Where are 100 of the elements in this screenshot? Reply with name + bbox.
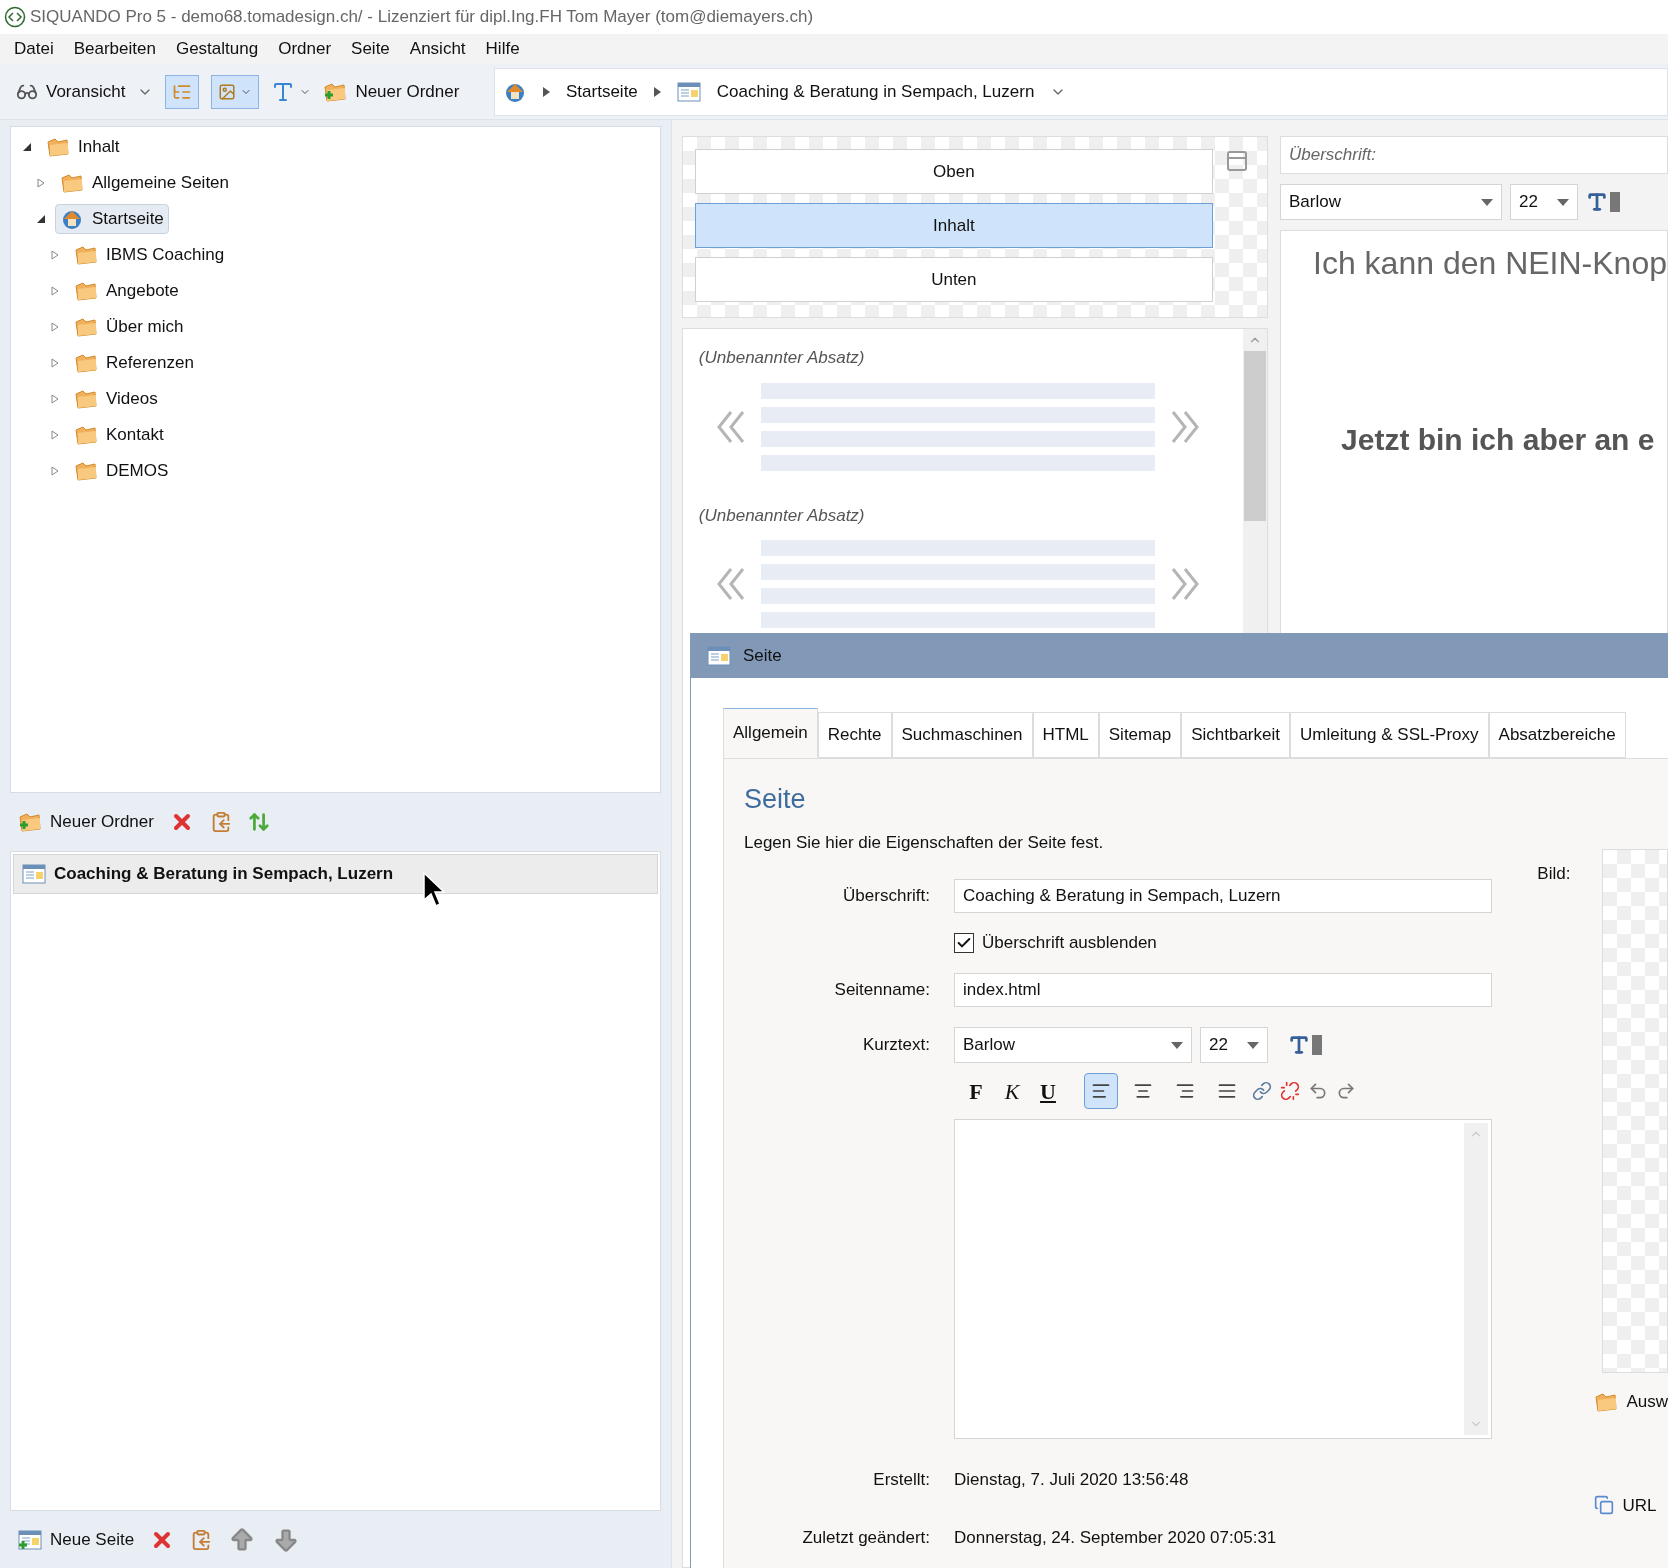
- collapsed-caret-icon[interactable]: [51, 358, 59, 368]
- dialog-title: Seite: [743, 644, 782, 667]
- tab[interactable]: Suchmaschinen: [891, 712, 1033, 758]
- tree-item[interactable]: IBMS Coaching: [69, 240, 230, 270]
- layout-icon[interactable]: [1224, 149, 1249, 173]
- field-label: Kurztext:: [861, 1034, 930, 1057]
- page-icon: [22, 864, 46, 884]
- page-icon: [676, 81, 701, 102]
- menu-item[interactable]: Gestaltung: [165, 36, 269, 62]
- tree-view-button[interactable]: [165, 74, 200, 109]
- collapsed-caret-icon[interactable]: [51, 430, 59, 440]
- menu-item[interactable]: Datei: [4, 36, 64, 62]
- double-chevron-right-icon[interactable]: [1170, 567, 1201, 601]
- align-justify-icon: [1217, 1081, 1237, 1101]
- new-folder-button[interactable]: Neuer Ordner: [323, 78, 460, 105]
- format-button[interactable]: F: [962, 1074, 990, 1108]
- menu-item[interactable]: Seite: [341, 36, 400, 62]
- window-title: SIQUANDO Pro 5 - demo68.tomadesign.ch/ - Lizenziert für dipl.Ing.FH Tom Mayer (tom@diemayers.ch): [30, 6, 814, 29]
- collapsed-caret-icon[interactable]: [51, 394, 59, 404]
- preview-button[interactable]: Voransicht: [16, 78, 126, 105]
- expanded-caret-icon[interactable]: [22, 142, 32, 152]
- paragraph-title: (Unbenannter Absatz): [697, 347, 866, 369]
- link-icon[interactable]: [1252, 1081, 1272, 1101]
- font-dropdown[interactable]: Barlow: [954, 1027, 1192, 1063]
- collapsed-caret-icon[interactable]: [51, 466, 59, 476]
- new-page-icon: [18, 1529, 42, 1550]
- mouse-cursor-icon: [423, 872, 447, 908]
- format-button[interactable]: U: [1034, 1074, 1062, 1108]
- tree-item[interactable]: Videos: [69, 384, 163, 414]
- heading-field[interactable]: Überschrift:: [1280, 136, 1668, 174]
- font-dropdown[interactable]: Barlow: [1280, 184, 1502, 220]
- area-button[interactable]: Inhalt: [694, 203, 1213, 248]
- copy-icon[interactable]: [190, 1528, 213, 1551]
- undo-icon[interactable]: [1308, 1081, 1328, 1101]
- checkbox[interactable]: [954, 933, 974, 953]
- dropdown-arrow-icon: [1247, 1041, 1259, 1049]
- new-folder-button[interactable]: Neuer Ordner: [18, 809, 154, 835]
- new-folder-icon: [18, 811, 42, 833]
- page-name-input[interactable]: index.html: [954, 973, 1492, 1007]
- sort-arrows-icon[interactable]: [247, 811, 270, 833]
- description-text: Legen Sie hier die Eigenschaften der Seite fest.: [744, 831, 1105, 854]
- preview-text-line: Ich kann den NEIN-Knop: [1313, 244, 1667, 283]
- redo-icon[interactable]: [1336, 1081, 1356, 1101]
- area-button[interactable]: Oben: [694, 149, 1213, 194]
- new-page-button[interactable]: Neue Seite: [18, 1526, 135, 1553]
- menu-item[interactable]: Ordner: [268, 36, 342, 62]
- menu-item[interactable]: Bearbeiten: [63, 36, 166, 62]
- tab[interactable]: Sitemap: [1098, 712, 1182, 758]
- letter-t-icon: [1288, 1034, 1310, 1056]
- tree-item[interactable]: Über mich: [69, 312, 189, 342]
- tab[interactable]: Umleitung & SSL-Proxy: [1290, 712, 1489, 758]
- collapsed-caret-icon[interactable]: [37, 178, 45, 188]
- unlink-icon[interactable]: [1280, 1081, 1300, 1101]
- double-chevron-left-icon[interactable]: [714, 567, 745, 601]
- tree-item[interactable]: Angebote: [69, 276, 184, 306]
- align-right-icon: [1175, 1081, 1195, 1101]
- tab[interactable]: Absatzbereiche: [1488, 712, 1626, 758]
- breadcrumb-item[interactable]: Startseite: [566, 78, 638, 105]
- checkbox-label: Überschrift ausblenden: [982, 932, 1157, 955]
- tab[interactable]: Rechte: [817, 712, 892, 758]
- section-heading: Seite: [744, 783, 807, 816]
- tab[interactable]: HTML: [1032, 712, 1099, 758]
- tree-item[interactable]: Kontakt: [69, 420, 169, 450]
- breadcrumb-arrow-icon: [653, 86, 661, 97]
- image-view-button[interactable]: [211, 74, 260, 109]
- tab[interactable]: Sichtbarkeit: [1181, 712, 1290, 758]
- folder-icon: [74, 460, 98, 482]
- tab[interactable]: Allgemein: [723, 708, 818, 758]
- folder-icon: [74, 352, 98, 374]
- tree-item[interactable]: DEMOS: [69, 456, 174, 486]
- page-list-item[interactable]: Coaching & Beratung in Sempach, Luzern: [13, 854, 658, 894]
- collapsed-caret-icon[interactable]: [51, 250, 59, 260]
- paragraph-title: (Unbenannter Absatz): [697, 504, 866, 527]
- double-chevron-right-icon[interactable]: [1170, 409, 1201, 444]
- align-button[interactable]: [1084, 1073, 1118, 1109]
- menu-item[interactable]: Ansicht: [399, 36, 476, 62]
- breadcrumb-arrow-icon: [543, 86, 550, 97]
- collapsed-caret-icon[interactable]: [51, 286, 59, 296]
- double-chevron-left-icon[interactable]: [714, 409, 745, 444]
- menu-item[interactable]: Hilfe: [475, 36, 530, 62]
- tree-item[interactable]: Allgemeine Seiten: [55, 168, 235, 198]
- copy-icon: [1594, 1495, 1615, 1516]
- size-dropdown[interactable]: 22: [1510, 184, 1578, 220]
- align-center-icon: [1133, 1081, 1153, 1101]
- format-button[interactable]: K: [998, 1074, 1026, 1108]
- font-color-icon[interactable]: [1288, 1034, 1322, 1056]
- tree-item[interactable]: Startseite: [55, 204, 169, 234]
- copy-url-button[interactable]: URL: [1594, 1492, 1668, 1518]
- align-left-icon: [1091, 1081, 1111, 1101]
- area-button[interactable]: Unten: [694, 257, 1213, 302]
- breadcrumb-item[interactable]: Coaching & Beratung in Sempach, Luzern: [716, 78, 1035, 105]
- dropdown-arrow-icon: [1481, 198, 1493, 206]
- tree-item[interactable]: Inhalt: [41, 132, 125, 162]
- expanded-caret-icon[interactable]: [36, 214, 46, 224]
- size-dropdown[interactable]: 22: [1200, 1027, 1268, 1063]
- tree-item[interactable]: Referenzen: [69, 348, 199, 378]
- heading-input[interactable]: Coaching & Beratung in Sempach, Luzern: [954, 879, 1492, 913]
- collapsed-caret-icon[interactable]: [51, 322, 59, 332]
- select-image-button[interactable]: Ausw: [1594, 1389, 1668, 1415]
- font-color-icon[interactable]: [1586, 191, 1620, 213]
